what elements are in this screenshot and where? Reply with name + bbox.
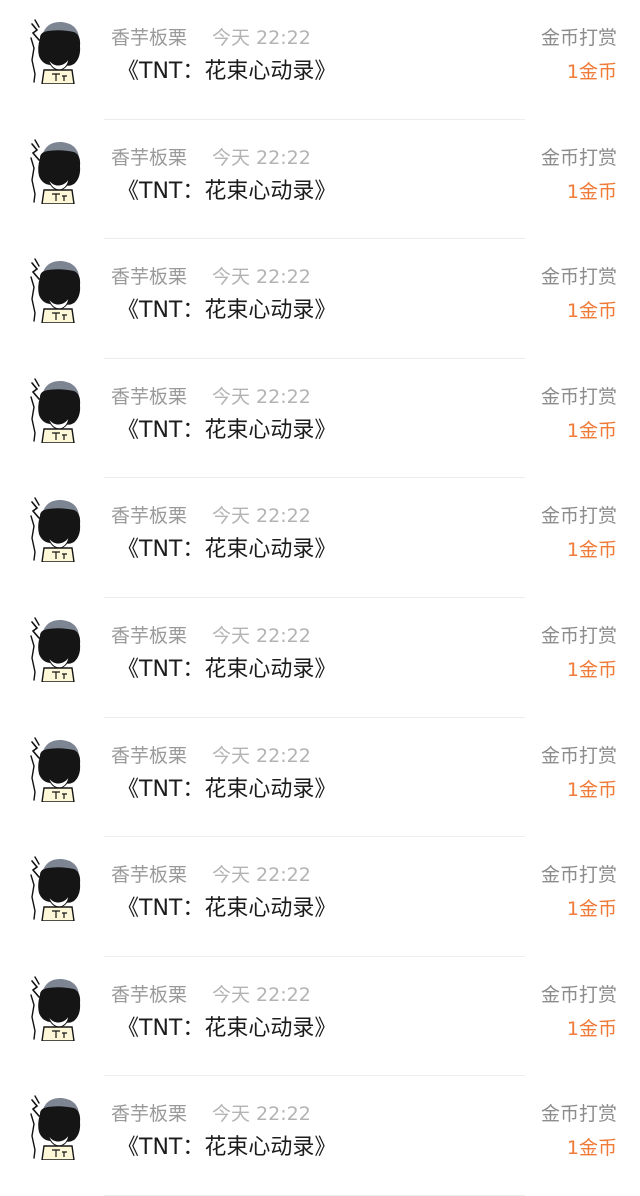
user-avatar[interactable]	[28, 616, 84, 682]
reward-type-label: 金币打赏	[540, 864, 617, 887]
reward-list-item[interactable]: 香芋板栗 今天 22:22 《TNT：花束心动录》 金币打赏 1金币	[0, 478, 640, 598]
reward-amount: 1金币	[566, 778, 617, 801]
reward-list-item[interactable]: 香芋板栗 今天 22:22 《TNT：花束心动录》 金币打赏 1金币	[0, 1076, 640, 1196]
reward-amount: 1金币	[566, 61, 617, 83]
reward-amount: 1金币	[566, 539, 617, 562]
reward-type-label: 金币打赏	[540, 744, 617, 767]
reward-type-label: 金币打赏	[540, 983, 617, 1006]
username[interactable]: 香芋板栗	[111, 25, 187, 51]
reward-type-label: 金币打赏	[540, 27, 617, 49]
timestamp: 今天 22:22	[212, 27, 311, 49]
work-title[interactable]: 《TNT：花束心动录》	[117, 57, 336, 87]
cartoon-avatar-icon	[30, 497, 81, 563]
username[interactable]: 香芋板栗	[111, 1101, 187, 1127]
work-title[interactable]: 《TNT：花束心动录》	[117, 655, 336, 685]
reward-amount: 1金币	[566, 659, 617, 681]
reward-list-item[interactable]: 香芋板栗 今天 22:22 《TNT：花束心动录》 金币打赏 1金币	[0, 837, 640, 957]
reward-type-label: 金币打赏	[540, 385, 617, 408]
user-avatar[interactable]	[28, 855, 84, 922]
username[interactable]: 香芋板栗	[111, 623, 187, 649]
reward-amount: 1金币	[566, 419, 617, 442]
user-avatar[interactable]	[28, 18, 84, 84]
username[interactable]: 香芋板栗	[111, 743, 187, 769]
timestamp: 今天 22:22	[212, 505, 311, 528]
work-title[interactable]: 《TNT：花束心动录》	[117, 177, 336, 207]
work-title[interactable]: 《TNT：花束心动录》	[117, 894, 336, 924]
user-avatar[interactable]	[28, 496, 84, 563]
user-avatar[interactable]	[28, 257, 84, 324]
cartoon-avatar-icon	[30, 976, 81, 1041]
cartoon-avatar-icon	[30, 736, 81, 802]
work-title[interactable]: 《TNT：花束心动录》	[117, 535, 336, 565]
user-avatar[interactable]	[28, 377, 84, 443]
cartoon-avatar-icon	[30, 378, 81, 443]
timestamp: 今天 22:22	[212, 983, 311, 1006]
reward-amount: 1金币	[566, 180, 617, 203]
cartoon-avatar-icon	[30, 1095, 81, 1161]
reward-amount: 1金币	[566, 1137, 617, 1160]
reward-list-item[interactable]: 香芋板栗 今天 22:22 《TNT：花束心动录》 金币打赏 1金币	[0, 359, 640, 479]
reward-amount: 1金币	[566, 1017, 617, 1040]
reward-type-label: 金币打赏	[540, 1103, 617, 1126]
username[interactable]: 香芋板栗	[111, 503, 187, 529]
user-avatar[interactable]	[28, 975, 84, 1041]
timestamp: 今天 22:22	[212, 1103, 311, 1126]
reward-type-label: 金币打赏	[540, 146, 617, 169]
user-avatar[interactable]	[28, 138, 84, 204]
work-title[interactable]: 《TNT：花束心动录》	[117, 1014, 336, 1044]
user-avatar[interactable]	[28, 736, 84, 802]
reward-type-label: 金币打赏	[540, 625, 617, 647]
reward-list-item[interactable]: 香芋板栗 今天 22:22 《TNT：花束心动录》 金币打赏 1金币	[0, 239, 640, 359]
timestamp: 今天 22:22	[212, 744, 311, 767]
reward-type-label: 金币打赏	[540, 505, 617, 528]
username[interactable]: 香芋板栗	[111, 862, 187, 888]
reward-type-label: 金币打赏	[540, 266, 617, 289]
timestamp: 今天 22:22	[212, 385, 311, 408]
cartoon-avatar-icon	[30, 138, 81, 204]
reward-amount: 1金币	[566, 300, 617, 323]
work-title[interactable]: 《TNT：花束心动录》	[117, 775, 336, 805]
username[interactable]: 香芋板栗	[111, 384, 187, 410]
work-title[interactable]: 《TNT：花束心动录》	[117, 296, 336, 326]
timestamp: 今天 22:22	[212, 864, 311, 887]
work-title[interactable]: 《TNT：花束心动录》	[117, 1133, 336, 1163]
cartoon-avatar-icon	[30, 258, 81, 324]
work-title[interactable]: 《TNT：花束心动录》	[117, 416, 336, 446]
username[interactable]: 香芋板栗	[111, 982, 187, 1008]
reward-amount: 1金币	[566, 898, 617, 921]
username[interactable]: 香芋板栗	[111, 145, 187, 171]
timestamp: 今天 22:22	[212, 146, 311, 169]
reward-list-item[interactable]: 香芋板栗 今天 22:22 《TNT：花束心动录》 金币打赏 1金币	[0, 957, 640, 1077]
timestamp: 今天 22:22	[212, 266, 311, 289]
cartoon-avatar-icon	[30, 617, 81, 682]
reward-list-item[interactable]: 香芋板栗 今天 22:22 《TNT：花束心动录》 金币打赏 1金币	[0, 120, 640, 240]
cartoon-avatar-icon	[30, 19, 81, 84]
user-avatar[interactable]	[28, 1094, 84, 1161]
reward-list-item[interactable]: 香芋板栗 今天 22:22 《TNT：花束心动录》 金币打赏 1金币	[0, 598, 640, 718]
cartoon-avatar-icon	[30, 856, 81, 922]
username[interactable]: 香芋板栗	[111, 264, 187, 290]
reward-list-item[interactable]: 香芋板栗 今天 22:22 《TNT：花束心动录》 金币打赏 1金币	[0, 0, 640, 120]
reward-list-item[interactable]: 香芋板栗 今天 22:22 《TNT：花束心动录》 金币打赏 1金币	[0, 718, 640, 838]
timestamp: 今天 22:22	[212, 625, 311, 647]
